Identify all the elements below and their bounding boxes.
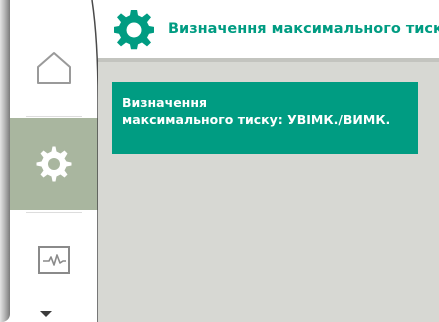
header: Визначення максимального тиску xyxy=(98,0,439,58)
sidebar-item-status[interactable] xyxy=(10,214,98,306)
device-bezel xyxy=(0,0,10,322)
screen: Визначення максимального тиску Визначенн… xyxy=(0,0,439,322)
gear-icon xyxy=(114,10,154,50)
main-panel-top-border xyxy=(98,58,439,62)
sidebar-item-settings[interactable] xyxy=(10,118,98,210)
page-title: Визначення максимального тиску xyxy=(168,21,439,37)
sidebar-divider xyxy=(26,116,82,117)
sidebar xyxy=(0,0,98,322)
sidebar-item-home[interactable] xyxy=(10,22,98,114)
status-monitor-icon xyxy=(38,246,70,274)
gear-icon xyxy=(36,146,72,182)
menu-item-max-pressure-detection[interactable]: Визначення максимального тиску: УВІМК./В… xyxy=(112,82,418,154)
sidebar-divider xyxy=(26,212,82,213)
home-icon xyxy=(37,52,71,84)
chevron-down-icon[interactable] xyxy=(40,311,52,317)
